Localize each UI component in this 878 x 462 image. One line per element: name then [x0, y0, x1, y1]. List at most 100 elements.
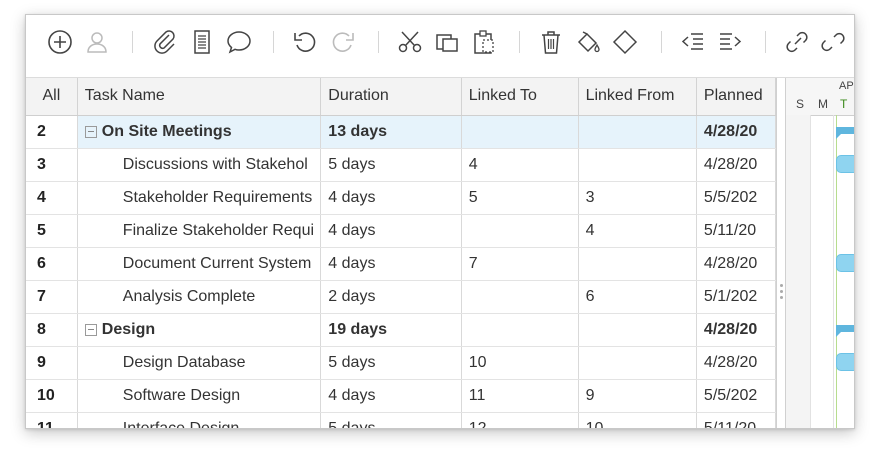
task-bar[interactable] [836, 353, 854, 371]
table-row[interactable]: 9 Design Database 5 days 10 4/28/20 [26, 346, 776, 380]
fill-color-icon[interactable] [573, 27, 603, 57]
summary-bar[interactable] [836, 325, 854, 337]
row-number[interactable]: 10 [26, 379, 78, 413]
linked-to-cell[interactable] [461, 115, 579, 149]
row-number[interactable]: 11 [26, 412, 78, 428]
duration-cell[interactable]: 13 days [320, 115, 462, 149]
row-number[interactable]: 9 [26, 346, 78, 380]
task-name-cell[interactable]: Document Current System [77, 247, 322, 281]
copy-icon[interactable] [432, 27, 462, 57]
task-name-cell[interactable]: Software Design [77, 379, 322, 413]
planned-cell[interactable]: 5/5/202 [696, 181, 776, 215]
duration-cell[interactable]: 5 days [320, 148, 462, 182]
task-bar[interactable] [836, 155, 854, 173]
link-icon[interactable] [782, 27, 812, 57]
table-row[interactable]: 6 Document Current System 4 days 7 4/28/… [26, 247, 776, 281]
column-header-linked-from[interactable]: Linked From [578, 78, 697, 116]
planned-cell[interactable]: 4/28/20 [696, 115, 776, 149]
attachment-icon[interactable] [150, 27, 180, 57]
linked-to-cell[interactable]: 5 [461, 181, 579, 215]
task-name-cell[interactable]: Design [77, 313, 322, 347]
linked-to-cell[interactable]: 12 [461, 412, 579, 428]
collapse-icon[interactable] [84, 323, 97, 336]
planned-cell[interactable]: 4/28/20 [696, 247, 776, 281]
user-icon[interactable] [82, 27, 112, 57]
linked-to-cell[interactable]: 10 [461, 346, 579, 380]
unlink-icon[interactable] [818, 27, 848, 57]
linked-from-cell[interactable]: 9 [578, 379, 697, 413]
task-name-cell[interactable]: Stakeholder Requirements [77, 181, 322, 215]
task-name-cell[interactable]: Discussions with Stakehol [77, 148, 322, 182]
duration-cell[interactable]: 4 days [320, 214, 462, 248]
column-header-all[interactable]: All [26, 78, 78, 116]
document-icon[interactable] [187, 27, 217, 57]
task-name-cell[interactable]: Design Database [77, 346, 322, 380]
clear-format-icon[interactable] [610, 27, 640, 57]
collapse-icon[interactable] [84, 125, 97, 138]
row-number[interactable]: 7 [26, 280, 78, 314]
planned-cell[interactable]: 4/28/20 [696, 148, 776, 182]
row-number[interactable]: 4 [26, 181, 78, 215]
task-bar[interactable] [836, 254, 854, 272]
table-row[interactable]: 11 Interface Design 5 days 12 10 5/11/20 [26, 412, 776, 428]
planned-cell[interactable]: 4/28/20 [696, 346, 776, 380]
table-row[interactable]: 7 Analysis Complete 2 days 6 5/1/202 [26, 280, 776, 314]
row-number[interactable]: 3 [26, 148, 78, 182]
linked-from-cell[interactable] [578, 247, 697, 281]
paste-icon[interactable] [469, 27, 499, 57]
linked-to-cell[interactable]: 11 [461, 379, 579, 413]
planned-cell[interactable]: 5/11/20 [696, 214, 776, 248]
duration-cell[interactable]: 2 days [320, 280, 462, 314]
row-number[interactable]: 5 [26, 214, 78, 248]
redo-icon[interactable] [328, 27, 358, 57]
panel-splitter[interactable] [776, 78, 786, 428]
linked-from-cell[interactable]: 6 [578, 280, 697, 314]
duration-cell[interactable]: 5 days [320, 412, 462, 428]
outdent-icon[interactable] [678, 27, 708, 57]
table-row[interactable]: 3 Discussions with Stakehol 5 days 4 4/2… [26, 148, 776, 182]
column-header-duration[interactable]: Duration [320, 78, 462, 116]
cut-icon[interactable] [395, 27, 425, 57]
task-name-cell[interactable]: Analysis Complete [77, 280, 322, 314]
task-name-cell[interactable]: Interface Design [77, 412, 322, 428]
comment-icon[interactable] [224, 27, 254, 57]
delete-icon[interactable] [536, 27, 566, 57]
linked-to-cell[interactable]: 4 [461, 148, 579, 182]
task-name-cell[interactable]: On Site Meetings [77, 115, 322, 149]
row-number[interactable]: 8 [26, 313, 78, 347]
duration-cell[interactable]: 19 days [320, 313, 462, 347]
planned-cell[interactable]: 4/28/20 [696, 313, 776, 347]
summary-bar[interactable] [836, 127, 854, 139]
duration-cell[interactable]: 4 days [320, 181, 462, 215]
linked-from-cell[interactable] [578, 148, 697, 182]
table-row[interactable]: 2 On Site Meetings 13 days 4/28/20 [26, 115, 776, 149]
linked-to-cell[interactable] [461, 214, 579, 248]
table-row[interactable]: 5 Finalize Stakeholder Requi 4 days 4 5/… [26, 214, 776, 248]
column-header-planned[interactable]: Planned [696, 78, 776, 116]
table-row[interactable]: 4 Stakeholder Requirements 4 days 5 3 5/… [26, 181, 776, 215]
column-header-task-name[interactable]: Task Name [77, 78, 322, 116]
duration-cell[interactable]: 4 days [320, 247, 462, 281]
row-number[interactable]: 6 [26, 247, 78, 281]
linked-to-cell[interactable] [461, 280, 579, 314]
linked-from-cell[interactable]: 4 [578, 214, 697, 248]
linked-from-cell[interactable] [578, 346, 697, 380]
table-row[interactable]: 10 Software Design 4 days 11 9 5/5/202 [26, 379, 776, 413]
planned-cell[interactable]: 5/5/202 [696, 379, 776, 413]
linked-to-cell[interactable]: 7 [461, 247, 579, 281]
planned-cell[interactable]: 5/11/20 [696, 412, 776, 428]
duration-cell[interactable]: 5 days [320, 346, 462, 380]
row-number[interactable]: 2 [26, 115, 78, 149]
linked-from-cell[interactable] [578, 115, 697, 149]
table-row[interactable]: 8 Design 19 days 4/28/20 [26, 313, 776, 347]
task-name-cell[interactable]: Finalize Stakeholder Requi [77, 214, 322, 248]
column-header-linked-to[interactable]: Linked To [461, 78, 579, 116]
indent-icon[interactable] [715, 27, 745, 57]
linked-from-cell[interactable]: 10 [578, 412, 697, 428]
linked-to-cell[interactable] [461, 313, 579, 347]
duration-cell[interactable]: 4 days [320, 379, 462, 413]
add-icon[interactable] [45, 27, 75, 57]
linked-from-cell[interactable]: 3 [578, 181, 697, 215]
linked-from-cell[interactable] [578, 313, 697, 347]
undo-icon[interactable] [290, 27, 320, 57]
